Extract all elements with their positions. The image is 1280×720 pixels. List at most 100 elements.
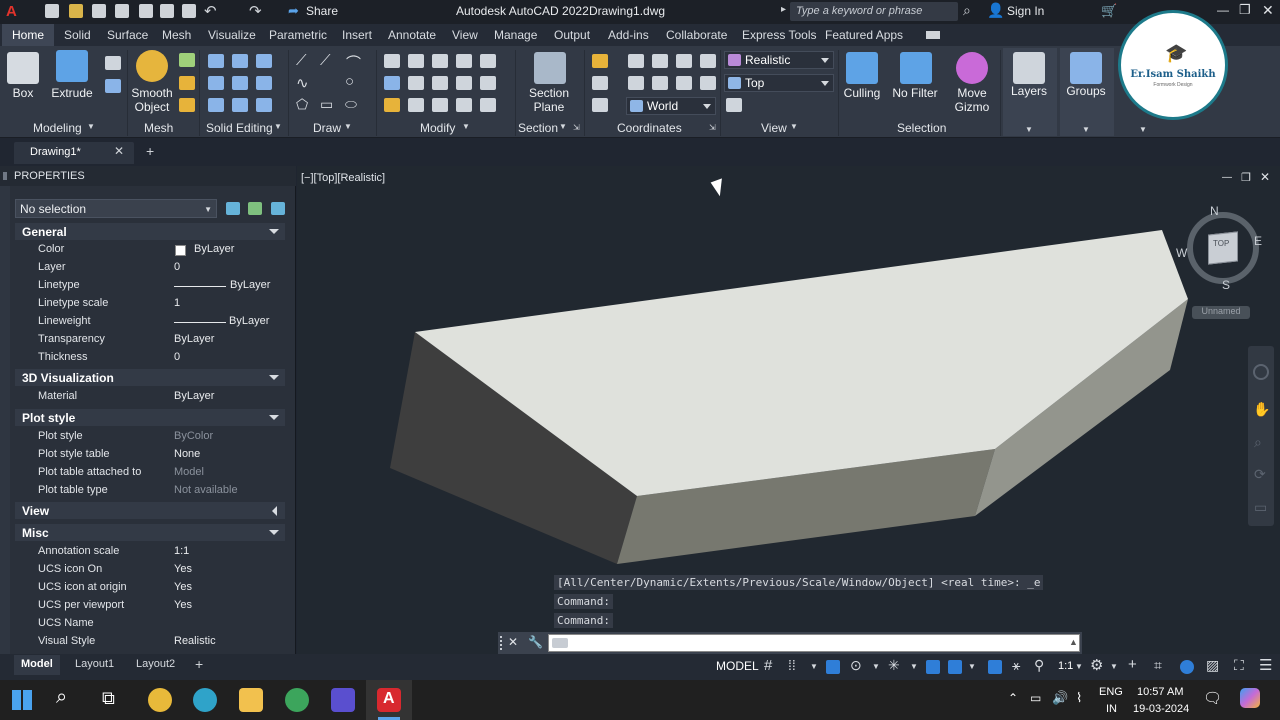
workspace-gear-icon[interactable]: ⚙	[1090, 656, 1103, 674]
join-icon[interactable]	[432, 98, 448, 112]
no-filter-icon[interactable]	[900, 52, 932, 84]
move-icon[interactable]	[384, 54, 400, 68]
grid-icon[interactable]: #	[764, 657, 772, 674]
section-general[interactable]: General	[15, 223, 285, 240]
section-3d-visualization[interactable]: 3D Visualization	[15, 369, 285, 386]
volume-icon[interactable]: 🔊	[1052, 690, 1068, 706]
property-row[interactable]: Plot style table None	[15, 446, 285, 464]
solid-edit-icon[interactable]	[256, 76, 272, 90]
ucs-x-icon[interactable]	[592, 76, 608, 90]
scale-icon[interactable]	[432, 76, 448, 90]
select-objects-icon[interactable]	[248, 202, 262, 215]
tab-manage[interactable]: Manage	[494, 28, 537, 42]
viewcube-top-face[interactable]	[1208, 231, 1238, 265]
chevron-right-icon[interactable]: ▸	[781, 4, 786, 15]
offset-icon[interactable]	[480, 76, 496, 90]
property-row[interactable]: Visual Style Realistic	[15, 633, 285, 647]
culling-button[interactable]: Culling	[842, 86, 882, 100]
tab-model[interactable]: Model	[21, 658, 53, 670]
ucs-view-icon[interactable]	[652, 54, 668, 68]
modeling-small-icon[interactable]	[105, 79, 121, 93]
orbit-icon[interactable]: ⟳	[1254, 466, 1266, 483]
extrude-icon[interactable]	[56, 50, 88, 82]
cart-icon[interactable]: 🛒	[1101, 3, 1117, 19]
snap-icon[interactable]: ⁞⁞	[788, 657, 796, 673]
annotation-visibility-icon[interactable]	[988, 660, 1002, 674]
tab-collaborate[interactable]: Collaborate	[666, 28, 727, 42]
language-indicator[interactable]: ENG	[1099, 686, 1123, 698]
close-tab-icon[interactable]: ✕	[114, 144, 124, 158]
chevron-down-icon[interactable]: ▼	[1025, 125, 1033, 134]
chevron-down-icon[interactable]: ▼	[910, 662, 918, 671]
tab-mesh[interactable]: Mesh	[162, 28, 191, 42]
toggle-pickadd-icon[interactable]	[226, 202, 240, 215]
smooth-object-icon[interactable]	[136, 50, 168, 82]
erase-icon[interactable]	[384, 98, 400, 112]
ellipse-icon[interactable]: ⬭	[345, 96, 357, 113]
isolate-objects-icon[interactable]	[1180, 660, 1194, 674]
property-row[interactable]: Layer 0	[15, 259, 285, 277]
section-plot-style[interactable]: Plot style	[15, 409, 285, 426]
zoom-icon[interactable]: ⌕	[1254, 434, 1262, 451]
chevron-down-icon[interactable]: ▼	[810, 662, 818, 671]
property-row[interactable]: UCS per viewport Yes	[15, 597, 285, 615]
ucs-y-icon[interactable]	[628, 76, 644, 90]
search-input[interactable]: Type a keyword or phrase	[790, 2, 958, 21]
annotation-scale-value[interactable]: 1:1	[1058, 660, 1073, 672]
hardware-acceleration-icon[interactable]: ▨	[1206, 657, 1219, 674]
arc-icon[interactable]: ⌒	[346, 52, 361, 73]
windows-start-icon[interactable]	[12, 690, 32, 710]
panel-modeling[interactable]: Modeling	[33, 121, 82, 135]
share-button[interactable]: Share	[306, 4, 338, 18]
solid-edit-icon[interactable]	[232, 98, 248, 112]
mesh-small-icon[interactable]	[179, 76, 195, 90]
property-row[interactable]: Lineweight ByLayer	[15, 313, 285, 331]
steering-wheel-icon[interactable]	[1253, 364, 1269, 380]
layers-icon[interactable]	[1013, 52, 1045, 84]
chevron-down-icon[interactable]: ▼	[87, 122, 95, 131]
isodraft-icon[interactable]: ✳	[888, 657, 900, 674]
object-snap-tracking-icon[interactable]	[926, 660, 940, 674]
save-icon[interactable]	[92, 4, 106, 18]
tab-express-tools[interactable]: Express Tools	[742, 28, 816, 42]
open-web-icon[interactable]	[139, 4, 153, 18]
ortho-icon[interactable]	[826, 660, 840, 674]
new-layout-icon[interactable]: +	[195, 656, 203, 672]
object-snap-icon[interactable]	[948, 660, 962, 674]
tab-solid[interactable]: Solid	[64, 28, 91, 42]
array-icon[interactable]	[456, 76, 472, 90]
copy-icon[interactable]	[456, 54, 472, 68]
fillet-icon[interactable]	[408, 76, 424, 90]
viewport-config-icon[interactable]	[726, 98, 742, 112]
copilot-icon[interactable]	[1240, 688, 1260, 708]
ucs-face-icon[interactable]	[700, 54, 716, 68]
new-file-icon[interactable]	[45, 4, 59, 18]
panel-mesh[interactable]: Mesh	[144, 121, 173, 135]
groups-icon[interactable]	[1070, 52, 1102, 84]
line-icon[interactable]: ⟋	[296, 52, 307, 69]
tab-annotate[interactable]: Annotate	[388, 28, 436, 42]
panel-selection[interactable]: Selection	[897, 121, 946, 135]
command-input[interactable]	[548, 634, 1080, 652]
search-icon[interactable]: ⌕	[963, 2, 971, 19]
tab-surface[interactable]: Surface	[107, 28, 148, 42]
chevron-down-icon[interactable]: ▼	[1082, 125, 1090, 134]
ucs-z-icon[interactable]	[652, 76, 668, 90]
visual-style-dropdown[interactable]: Realistic	[724, 51, 834, 69]
property-row[interactable]: Plot style ByColor	[15, 428, 285, 446]
tab-add-ins[interactable]: Add-ins	[608, 28, 649, 42]
panel-view[interactable]: View	[761, 121, 787, 135]
property-row[interactable]: Color ByLayer	[15, 241, 285, 259]
language-region[interactable]: IN	[1106, 703, 1117, 715]
chevron-down-icon[interactable]: ▼	[1110, 662, 1118, 671]
groups-button[interactable]: Groups	[1063, 84, 1109, 98]
solid-edit-icon[interactable]	[208, 76, 224, 90]
clock-date[interactable]: 19-03-2024	[1133, 703, 1189, 715]
customization-menu-icon[interactable]: ☰	[1259, 656, 1272, 674]
polygon-icon[interactable]: ⬠	[296, 96, 308, 113]
modeling-small-icon[interactable]	[105, 56, 121, 70]
solid-edit-icon[interactable]	[208, 98, 224, 112]
property-row[interactable]: Transparency ByLayer	[15, 331, 285, 349]
chrome-icon[interactable]	[148, 688, 172, 712]
ucs-icon[interactable]	[592, 54, 608, 68]
